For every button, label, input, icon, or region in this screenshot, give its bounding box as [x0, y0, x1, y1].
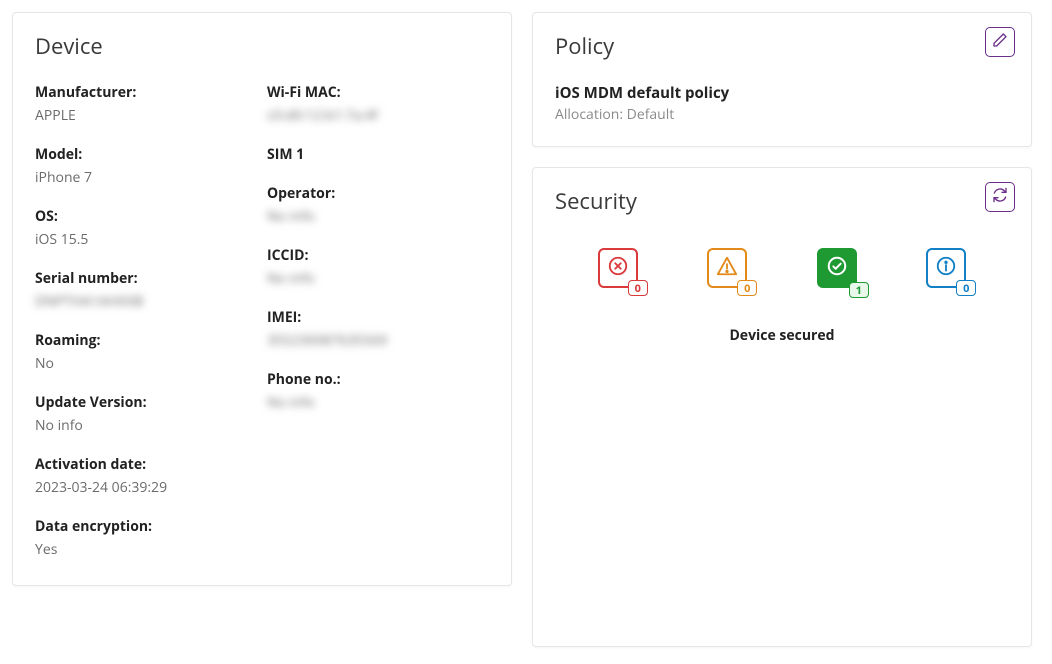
field-operator: Operator: No info	[267, 184, 489, 226]
field-activation-date: Activation date: 2023-03-24 06:39:29	[35, 455, 257, 497]
security-ok-tile[interactable]: 1	[817, 248, 857, 288]
field-roaming: Roaming: No	[35, 331, 257, 373]
field-value: APPLE	[35, 106, 257, 125]
field-data-encryption: Data encryption: Yes	[35, 517, 257, 559]
field-label: Model:	[35, 145, 257, 164]
field-label: Roaming:	[35, 331, 257, 350]
field-value: c0:d0:12:b1:7a:4f	[267, 106, 489, 125]
security-status-text: Device secured	[555, 326, 1009, 345]
security-error-tile[interactable]: 0	[598, 248, 638, 288]
security-info-count: 0	[956, 280, 976, 296]
check-circle-icon	[826, 255, 848, 282]
field-label: Wi-Fi MAC:	[267, 83, 489, 102]
security-ok-count: 1	[849, 282, 869, 298]
security-status-icons: 0 0	[555, 238, 1009, 300]
field-wifi-mac: Wi-Fi MAC: c0:d0:12:b1:7a:4f	[267, 83, 489, 125]
field-label: Operator:	[267, 184, 489, 203]
device-left-column: Manufacturer: APPLE Model: iPhone 7 OS: …	[35, 83, 257, 563]
field-serial: Serial number: DNPTHA1AHXXB	[35, 269, 257, 311]
field-label: Update Version:	[35, 393, 257, 412]
field-label: Activation date:	[35, 455, 257, 474]
field-label: Phone no.:	[267, 370, 489, 389]
refresh-icon	[992, 186, 1008, 208]
pencil-icon	[992, 31, 1008, 53]
field-value: 355230087635569	[267, 331, 489, 350]
field-label: IMEI:	[267, 308, 489, 327]
security-warning-count: 0	[737, 280, 757, 296]
field-phone-no: Phone no.: No info	[267, 370, 489, 412]
field-label: ICCID:	[267, 246, 489, 265]
field-value: DNPTHA1AHXXB	[35, 292, 257, 311]
device-card: Device Manufacturer: APPLE Model: iPhone…	[12, 12, 512, 586]
edit-policy-button[interactable]	[985, 27, 1015, 57]
field-model: Model: iPhone 7	[35, 145, 257, 187]
field-value: No info	[267, 393, 489, 412]
security-info-tile[interactable]: 0	[926, 248, 966, 288]
policy-name: iOS MDM default policy	[555, 83, 1009, 103]
policy-card: Policy iOS MDM default policy Allocation…	[532, 12, 1032, 147]
field-update-version: Update Version: No info	[35, 393, 257, 435]
error-circle-icon	[607, 255, 629, 282]
field-label: Data encryption:	[35, 517, 257, 536]
field-label: Manufacturer:	[35, 83, 257, 102]
field-value: No info	[35, 416, 257, 435]
field-value: No info	[267, 269, 489, 288]
security-warning-tile[interactable]: 0	[707, 248, 747, 288]
security-card: Security	[532, 167, 1032, 647]
field-value: iOS 15.5	[35, 230, 257, 249]
field-value: No info	[267, 207, 489, 226]
field-value: Yes	[35, 540, 257, 559]
policy-card-title: Policy	[555, 31, 1009, 61]
field-os: OS: iOS 15.5	[35, 207, 257, 249]
field-value: 2023-03-24 06:39:29	[35, 478, 257, 497]
security-error-count: 0	[628, 280, 648, 296]
policy-allocation: Allocation: Default	[555, 105, 1009, 124]
field-iccid: ICCID: No info	[267, 246, 489, 288]
field-value: iPhone 7	[35, 168, 257, 187]
field-imei: IMEI: 355230087635569	[267, 308, 489, 350]
refresh-security-button[interactable]	[985, 182, 1015, 212]
device-right-column: Wi-Fi MAC: c0:d0:12:b1:7a:4f SIM 1 Opera…	[267, 83, 489, 563]
device-card-title: Device	[35, 31, 489, 61]
field-manufacturer: Manufacturer: APPLE	[35, 83, 257, 125]
info-circle-icon	[935, 255, 957, 282]
field-label: Serial number:	[35, 269, 257, 288]
field-label: OS:	[35, 207, 257, 226]
security-card-title: Security	[555, 186, 1009, 216]
field-value: No	[35, 354, 257, 373]
warning-triangle-icon	[716, 255, 738, 282]
sim-heading: SIM 1	[267, 145, 489, 164]
